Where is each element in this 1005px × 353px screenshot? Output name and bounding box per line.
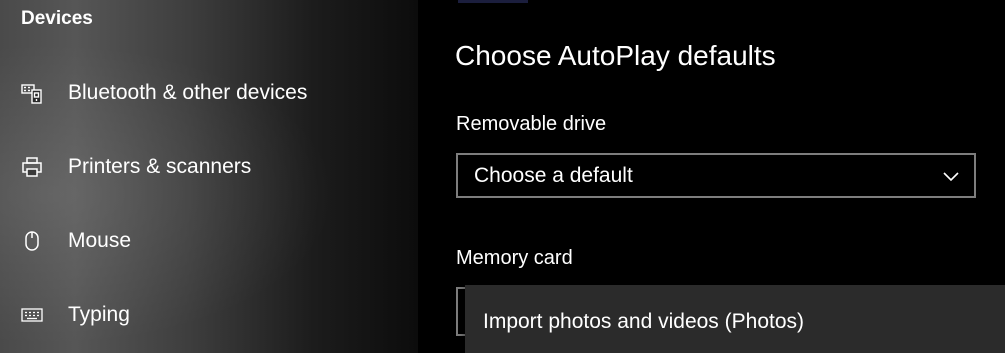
sidebar-item-label: Bluetooth & other devices — [68, 81, 308, 104]
sidebar-item-printers[interactable]: Printers & scanners — [0, 143, 418, 191]
memory-card-label: Memory card — [456, 247, 573, 269]
sidebar-item-label: Typing — [68, 303, 130, 326]
top-accent-bar — [458, 0, 528, 3]
removable-drive-label: Removable drive — [456, 113, 607, 135]
sidebar: Devices Bluetooth & other devices Printe… — [0, 0, 418, 353]
settings-window: Devices Bluetooth & other devices Printe… — [0, 0, 1005, 353]
main-content: Choose AutoPlay defaults Removable drive… — [418, 0, 1005, 353]
page-title: Choose AutoPlay defaults — [455, 40, 776, 71]
section-title: Devices — [21, 8, 93, 29]
mouse-icon — [19, 228, 45, 254]
sidebar-item-typing[interactable]: Typing — [0, 291, 418, 339]
sidebar-item-mouse[interactable]: Mouse — [0, 217, 418, 265]
removable-drive-dropdown[interactable]: Choose a default — [456, 153, 976, 198]
sidebar-item-label: Printers & scanners — [68, 155, 252, 178]
printer-icon — [19, 154, 45, 180]
dropdown-value: Choose a default — [474, 163, 633, 187]
bluetooth-devices-icon — [19, 80, 45, 106]
memory-card-flyout: Import photos and videos (Photos) — [465, 285, 1005, 353]
sidebar-item-bluetooth[interactable]: Bluetooth & other devices — [0, 69, 418, 117]
keyboard-icon — [19, 302, 45, 328]
sidebar-item-label: Mouse — [68, 229, 132, 252]
chevron-down-icon — [942, 167, 960, 185]
flyout-option-import-photos[interactable]: Import photos and videos (Photos) — [483, 310, 804, 334]
